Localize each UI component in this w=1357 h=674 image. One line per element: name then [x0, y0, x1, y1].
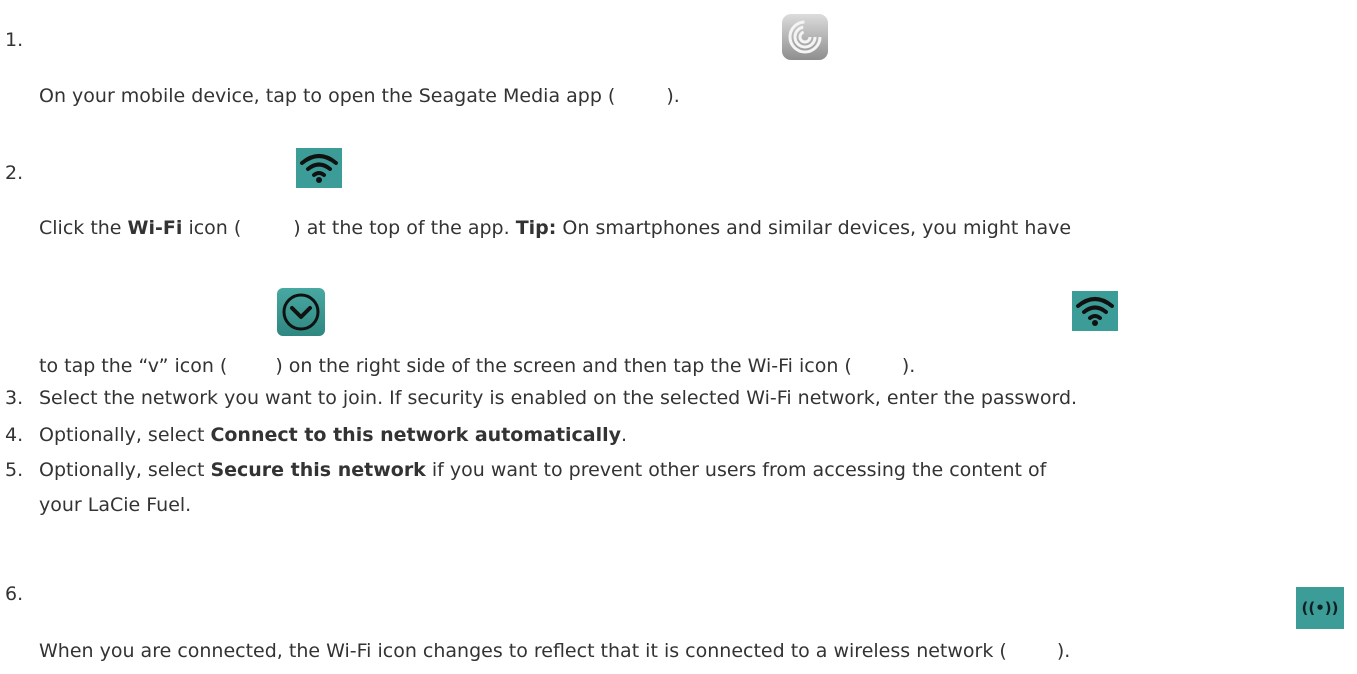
- v-chevron-icon: [277, 288, 325, 336]
- seagate-media-app-icon: [782, 14, 828, 60]
- step-6-text: When you are connected, the Wi-Fi icon c…: [39, 640, 1071, 662]
- wifi-connected-icon: ((•)): [1296, 587, 1344, 629]
- step-number: 1.: [5, 29, 24, 51]
- step-5-line-2: your LaCie Fuel.: [39, 494, 192, 516]
- step-2-line-2: to tap the “v” icon () on the right side…: [39, 355, 916, 377]
- step-1-text: On your mobile device, tap to open the S…: [39, 85, 680, 107]
- step-number: 2.: [5, 162, 24, 184]
- wifi-icon: [296, 148, 342, 188]
- step-number: 4.: [5, 424, 24, 446]
- step-number: 6.: [5, 583, 24, 605]
- step-number: 3.: [5, 387, 24, 409]
- step-4-text: Optionally, select Connect to this netwo…: [39, 424, 628, 446]
- step-2-line-1: Click the Wi-Fi icon () at the top of th…: [39, 217, 1072, 239]
- step-3-text: Select the network you want to join. If …: [39, 387, 1078, 409]
- step-number: 5.: [5, 459, 24, 481]
- step-5-line-1: Optionally, select Secure this network i…: [39, 459, 1047, 481]
- wifi-icon: [1072, 291, 1118, 331]
